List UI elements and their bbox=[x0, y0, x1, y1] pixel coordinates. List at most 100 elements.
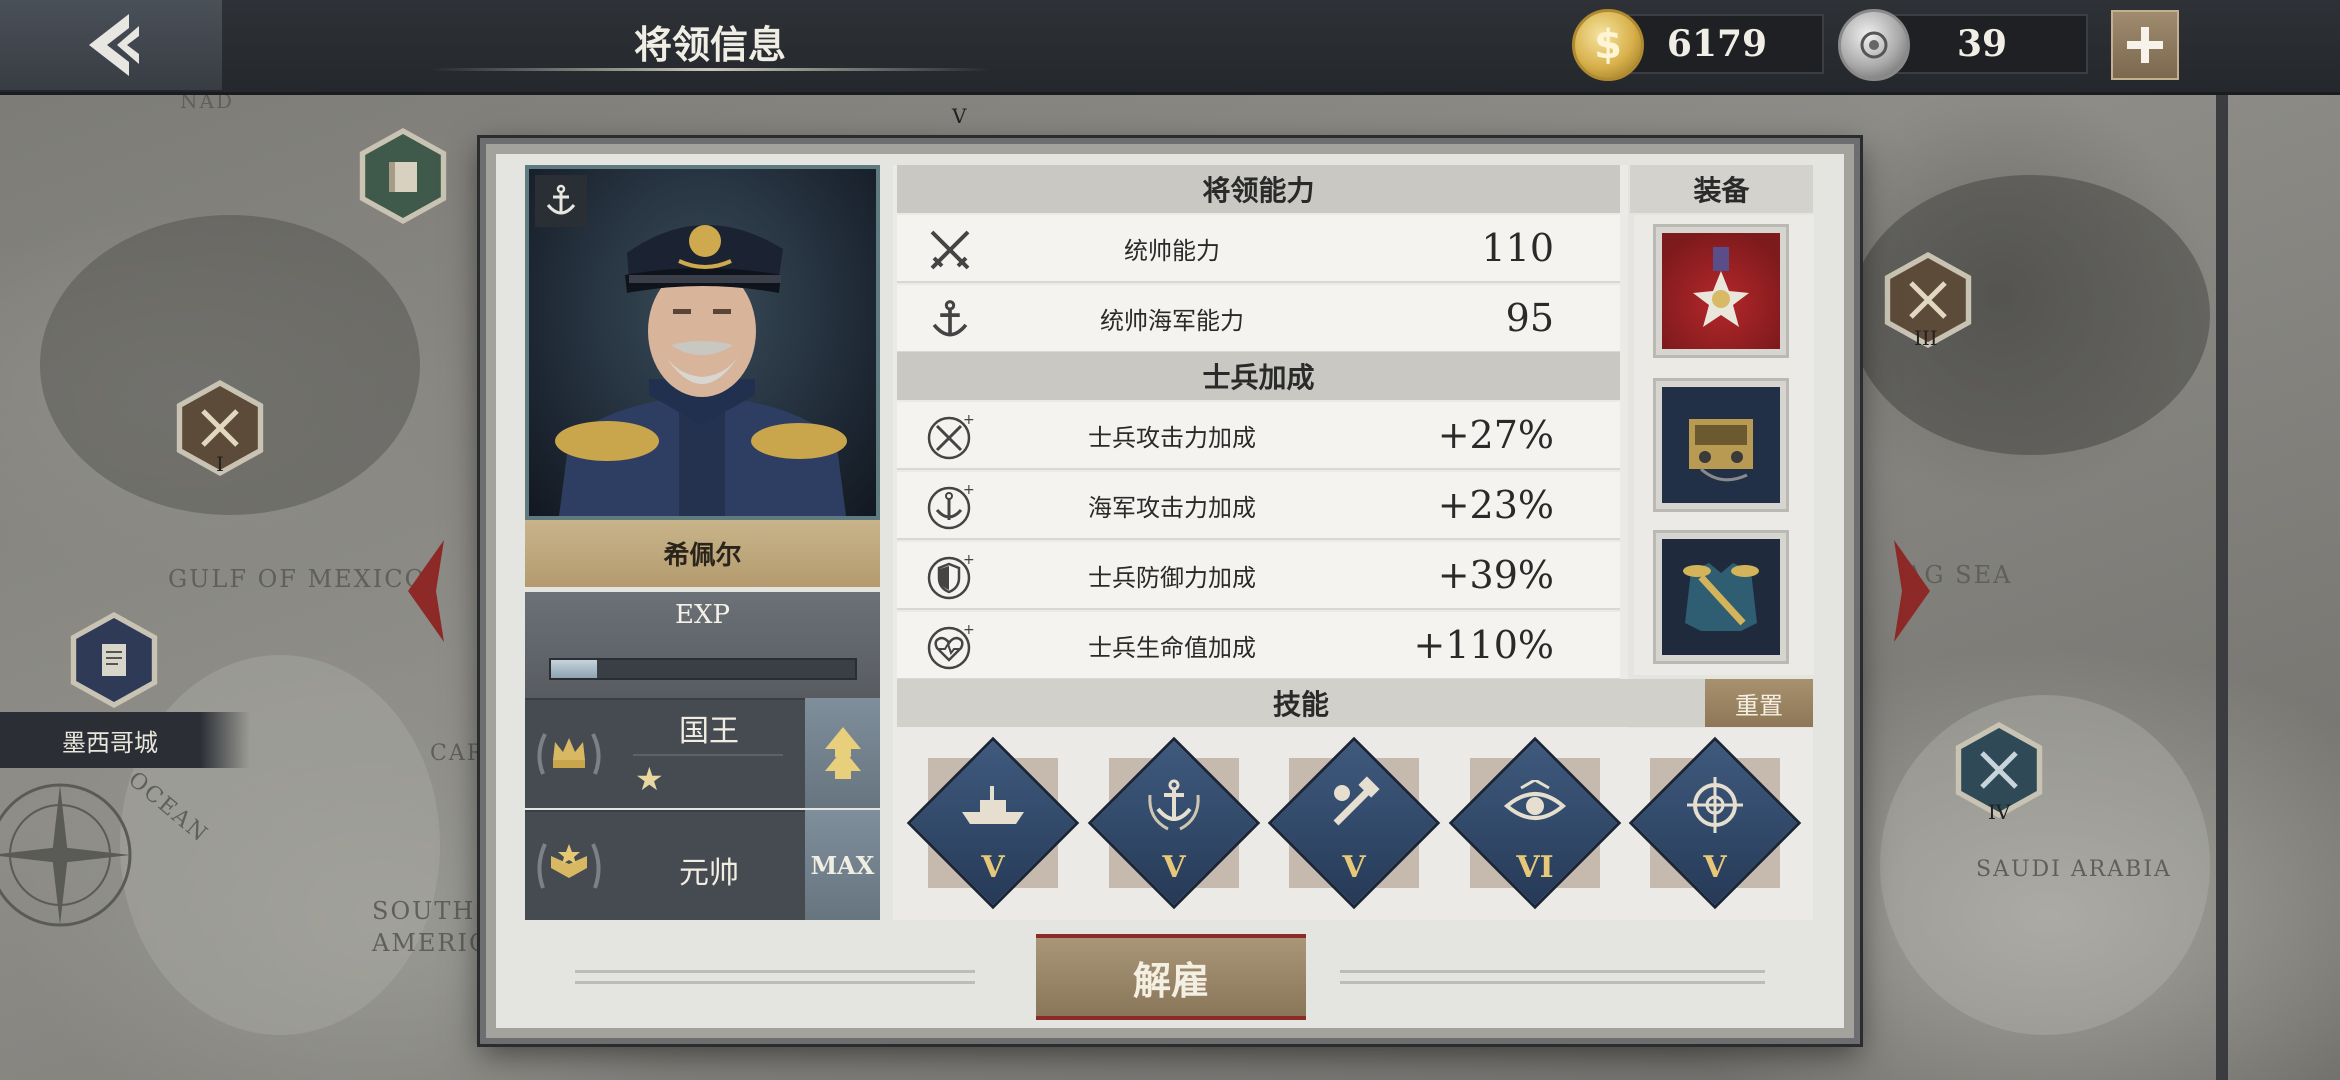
back-button[interactable] bbox=[0, 0, 222, 90]
bonus-label: 海军攻击力加成 bbox=[1088, 493, 1256, 522]
bonus-label: 士兵防御力加成 bbox=[1088, 563, 1256, 592]
stat-row-command: 统帅能力 110 bbox=[897, 215, 1620, 283]
skills-header: 技能 bbox=[897, 679, 1705, 727]
skill-slot-4[interactable]: VI bbox=[1448, 736, 1622, 910]
skill-slot-3[interactable]: V bbox=[1267, 736, 1441, 910]
skill-level: V bbox=[1162, 850, 1186, 885]
general-name-plate: 希佩尔 bbox=[525, 520, 880, 587]
equip-slot-uniform[interactable] bbox=[1653, 530, 1789, 664]
bonus-row-health: + 士兵生命值加成 +110% bbox=[897, 612, 1620, 680]
crossed-rifles-icon bbox=[1909, 281, 1947, 319]
map-node-label-v: V bbox=[952, 104, 967, 128]
map-label-saudi-arabia: SAUDI ARABIA bbox=[1976, 857, 2172, 882]
exp-progress-bar bbox=[549, 658, 857, 680]
skill-slot-5[interactable]: V bbox=[1628, 736, 1802, 910]
skill-level: V bbox=[1342, 850, 1366, 885]
equip-slot-device[interactable] bbox=[1653, 378, 1789, 512]
stat-value: 95 bbox=[1505, 296, 1554, 340]
eye-icon bbox=[1500, 770, 1570, 840]
gold-amount: 6179 bbox=[1666, 23, 1768, 65]
heart-plus-icon: + bbox=[925, 622, 975, 672]
up-arrow-icon bbox=[824, 727, 861, 779]
equip-slot-medal[interactable] bbox=[1653, 224, 1789, 358]
anchor-icon bbox=[546, 184, 576, 215]
bonus-label: 士兵生命值加成 bbox=[1088, 633, 1256, 662]
bonus-row-attack: + 士兵攻击力加成 +27% bbox=[897, 402, 1620, 470]
noble-rank-title: 国王 bbox=[679, 714, 739, 749]
map-node-label-i: I bbox=[216, 452, 224, 476]
city-label[interactable]: 墨西哥城 bbox=[0, 712, 250, 768]
skill-slot-2[interactable]: V bbox=[1087, 736, 1261, 910]
add-currency-button[interactable] bbox=[2111, 10, 2179, 80]
bonus-value: +110% bbox=[1413, 623, 1554, 667]
skill-level: V bbox=[1703, 850, 1727, 885]
general-portrait bbox=[525, 165, 880, 520]
military-rank-title: 元帅 bbox=[679, 856, 739, 891]
map-label-car: CAR bbox=[430, 741, 486, 766]
abilities-header: 将领能力 bbox=[897, 165, 1620, 213]
crosshair-icon bbox=[1680, 770, 1750, 840]
exp-panel: EXP bbox=[525, 592, 880, 698]
map-divider bbox=[2216, 95, 2228, 1080]
bonus-value: +27% bbox=[1437, 413, 1554, 457]
map-label-south-america: SOUTH AMERICA bbox=[372, 897, 509, 957]
back-arrow-icon bbox=[89, 14, 139, 76]
crossed-swords-icon bbox=[925, 225, 975, 275]
attack-plus-icon: + bbox=[925, 412, 975, 462]
book-icon bbox=[389, 162, 417, 192]
navy-type-badge bbox=[535, 175, 587, 227]
skill-level: VI bbox=[1516, 850, 1554, 885]
uniform-icon bbox=[1662, 539, 1780, 655]
noble-rank-row: 国王 ★ bbox=[525, 698, 805, 808]
svg-text:+: + bbox=[963, 552, 975, 568]
exp-progress-fill bbox=[551, 660, 597, 678]
anchor-laurel-icon bbox=[1139, 770, 1209, 840]
bonus-value: +23% bbox=[1437, 483, 1554, 527]
decorative-lines-right bbox=[1340, 970, 1765, 990]
shield-plus-icon: + bbox=[925, 552, 975, 602]
radio-device-icon bbox=[1662, 387, 1780, 503]
bonus-label: 士兵攻击力加成 bbox=[1088, 423, 1256, 452]
equipment-header: 装备 bbox=[1630, 165, 1813, 213]
prev-general-arrow-icon[interactable] bbox=[404, 536, 448, 646]
gold-coin-icon: $ bbox=[1572, 9, 1644, 81]
title-underline bbox=[430, 68, 990, 71]
battleship-icon bbox=[958, 770, 1028, 840]
map-node-label-iii: III bbox=[1914, 326, 1938, 350]
crossed-rifles-icon bbox=[1980, 751, 2018, 789]
compass-rose-icon bbox=[0, 783, 132, 927]
max-rank-indicator: MAX bbox=[805, 810, 880, 920]
crossed-rifles-icon bbox=[201, 409, 239, 447]
dismiss-general-button[interactable]: 解雇 bbox=[1036, 934, 1306, 1020]
map-label-gulf: GULF OF MEXICO bbox=[168, 565, 427, 593]
rank-star-icon: ★ bbox=[635, 760, 664, 798]
bonuses-header: 士兵加成 bbox=[897, 352, 1620, 400]
exp-label: EXP bbox=[675, 600, 730, 630]
stat-value: 110 bbox=[1481, 226, 1554, 270]
reset-skills-button[interactable]: 重置 bbox=[1705, 679, 1813, 727]
decorative-lines-left bbox=[575, 970, 975, 990]
next-general-arrow-icon[interactable] bbox=[1890, 536, 1934, 646]
stat-label: 统帅能力 bbox=[1124, 236, 1220, 265]
page-title: 将领信息 bbox=[633, 23, 786, 67]
bonus-row-defense: + 士兵防御力加成 +39% bbox=[897, 542, 1620, 610]
marshal-insignia-icon bbox=[525, 812, 613, 920]
wrench-hammer-icon bbox=[1319, 770, 1389, 840]
document-icon bbox=[102, 644, 126, 676]
title-area: 将领信息 bbox=[430, 0, 990, 90]
bonus-value: +39% bbox=[1437, 553, 1554, 597]
stat-label: 统帅海军能力 bbox=[1100, 306, 1244, 335]
map-node-label-iv: IV bbox=[1988, 800, 2011, 824]
medal-icon bbox=[1662, 233, 1780, 349]
stat-row-naval-command: 统帅海军能力 95 bbox=[897, 285, 1620, 353]
svg-text:+: + bbox=[963, 622, 975, 638]
svg-text:+: + bbox=[963, 482, 975, 498]
naval-attack-plus-icon: + bbox=[925, 482, 975, 532]
top-bar: 将领信息 6179 $ 39 bbox=[0, 0, 2340, 95]
svg-text:+: + bbox=[963, 412, 975, 428]
anchor-icon bbox=[925, 295, 975, 345]
upgrade-rank-button[interactable] bbox=[805, 698, 880, 808]
plus-icon bbox=[2127, 27, 2163, 63]
crown-icon bbox=[525, 700, 613, 808]
skill-slot-1[interactable]: V bbox=[906, 736, 1080, 910]
